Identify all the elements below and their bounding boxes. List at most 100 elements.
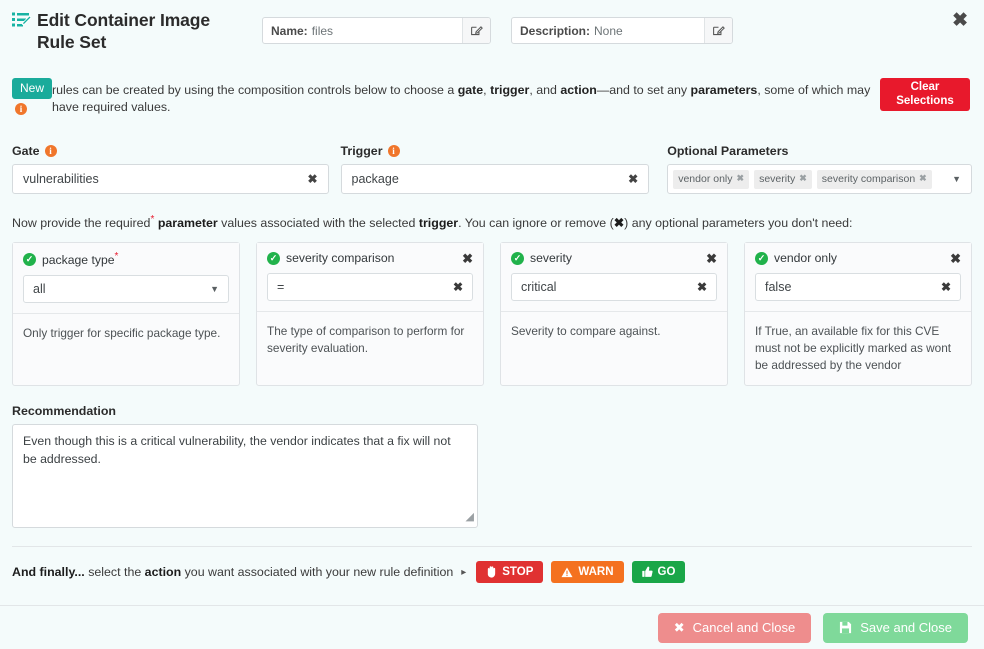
card-title: severity comparison: [286, 251, 462, 265]
edit-name-button[interactable]: [462, 18, 490, 43]
chip-remove-icon[interactable]: ✖: [737, 173, 745, 184]
trigger-label: Trigger: [341, 144, 383, 158]
package-type-select[interactable]: all ▼: [23, 275, 229, 303]
parameter-card-severity-comparison: ✓ severity comparison ✖ = ✖ The type of …: [256, 242, 484, 386]
warning-triangle-icon: [561, 567, 573, 578]
name-field-text: Name: files: [263, 18, 462, 43]
check-circle-icon: ✓: [755, 252, 768, 265]
footer-bar: ✖ Cancel and Close Save and Close: [0, 605, 984, 649]
optional-parameters-group: Optional Parameters vendor only ✖ severi…: [667, 144, 972, 194]
instruction-x-icon: ✖: [614, 216, 624, 230]
gate-value: vulnerabilities: [23, 172, 301, 186]
card-header: ✓ severity comparison ✖ = ✖: [257, 243, 483, 312]
card-description: Only trigger for specific package type.: [13, 314, 239, 353]
chevron-down-icon[interactable]: ▼: [210, 284, 219, 294]
card-header: ✓ severity ✖ critical ✖: [501, 243, 727, 312]
meta-fields: Name: files Description: None: [262, 8, 733, 44]
clear-value-icon[interactable]: ✖: [453, 280, 463, 294]
chip-vendor-only[interactable]: vendor only ✖: [673, 170, 749, 189]
banner-text-3: , and: [529, 83, 560, 97]
action-t3: you want associated with your new rule d…: [181, 565, 453, 579]
remove-parameter-icon[interactable]: ✖: [950, 252, 961, 265]
selector-row: Gate i vulnerabilities ✖ Trigger i packa…: [0, 144, 984, 194]
pencil-square-icon: [712, 24, 725, 37]
save-and-close-button[interactable]: Save and Close: [823, 613, 968, 643]
resize-grip-icon[interactable]: ◢: [466, 510, 474, 525]
chip-severity-comparison[interactable]: severity comparison ✖: [817, 170, 932, 189]
description-label: Description:: [520, 24, 590, 38]
recommendation-textarea[interactable]: Even though this is a critical vulnerabi…: [12, 424, 478, 528]
new-badge-group: New i: [12, 78, 52, 115]
parameter-cards: ✓ package type* all ▼ Only trigger for s…: [0, 242, 984, 386]
remove-parameter-icon[interactable]: ✖: [706, 252, 717, 265]
chip-remove-icon[interactable]: ✖: [919, 173, 927, 184]
card-header: ✓ vendor only ✖ false ✖: [745, 243, 971, 312]
trigger-select[interactable]: package ✖: [341, 164, 650, 194]
remove-parameter-icon[interactable]: ✖: [462, 252, 473, 265]
action-go-button[interactable]: GO: [632, 561, 686, 583]
card-title-row: ✓ vendor only ✖: [755, 251, 961, 265]
action-t2: select the: [85, 565, 145, 579]
info-icon[interactable]: i: [45, 145, 57, 157]
parameter-card-vendor-only: ✓ vendor only ✖ false ✖ If True, an avai…: [744, 242, 972, 386]
cancel-and-close-label: Cancel and Close: [693, 620, 796, 635]
clear-trigger-icon[interactable]: ✖: [622, 172, 638, 186]
instruction-t5: ) any optional parameters you don't need…: [624, 216, 852, 230]
parameter-card-package-type: ✓ package type* all ▼ Only trigger for s…: [12, 242, 240, 386]
clear-value-icon[interactable]: ✖: [941, 280, 951, 294]
optional-parameters-select[interactable]: vendor only ✖ severity ✖ severity compar…: [667, 164, 972, 194]
vendor-only-input[interactable]: false ✖: [755, 273, 961, 301]
banner-bold-trigger: trigger: [490, 83, 529, 97]
recommendation-label: Recommendation: [12, 404, 972, 418]
chip-label: severity: [759, 173, 795, 185]
banner-text-4: —and to set any: [597, 83, 691, 97]
thumbs-up-icon: [642, 566, 653, 578]
severity-comparison-input[interactable]: = ✖: [267, 273, 473, 301]
banner-bold-action: action: [560, 83, 597, 97]
cancel-and-close-button[interactable]: ✖ Cancel and Close: [658, 613, 812, 643]
clear-selections-button[interactable]: Clear Selections: [880, 78, 970, 111]
severity-value: critical: [521, 280, 697, 294]
divider: [12, 546, 972, 547]
chip-label: vendor only: [678, 173, 732, 185]
banner-text-1: rules can be created by using the compos…: [52, 83, 458, 97]
hand-stop-icon: [486, 566, 497, 578]
action-row: And finally... select the action you wan…: [0, 561, 984, 583]
info-icon[interactable]: i: [15, 103, 27, 115]
chevron-right-icon: ▸: [461, 567, 466, 578]
chevron-down-icon[interactable]: ▼: [952, 174, 967, 184]
description-value: None: [594, 24, 623, 38]
clear-gate-icon[interactable]: ✖: [301, 172, 317, 186]
instruction-b1: parameter: [158, 216, 218, 230]
info-banner: New i rules can be created by using the …: [0, 78, 984, 130]
card-header: ✓ package type* all ▼: [13, 243, 239, 314]
action-warn-label: WARN: [578, 566, 613, 578]
name-field[interactable]: Name: files: [262, 17, 491, 44]
action-warn-button[interactable]: WARN: [551, 561, 623, 583]
recommendation-group: Recommendation Even though this is a cri…: [0, 404, 984, 528]
package-type-value: all: [33, 282, 210, 296]
pencil-square-icon: [470, 24, 483, 37]
trigger-group: Trigger i package ✖: [341, 144, 650, 194]
severity-input[interactable]: critical ✖: [511, 273, 717, 301]
action-stop-button[interactable]: STOP: [476, 561, 543, 583]
card-title-row: ✓ severity comparison ✖: [267, 251, 473, 265]
action-b1: action: [145, 565, 182, 579]
list-edit-icon: [12, 12, 31, 32]
card-description: The type of comparison to perform for se…: [257, 312, 483, 368]
check-circle-icon: ✓: [23, 253, 36, 266]
chip-severity[interactable]: severity ✖: [754, 170, 812, 189]
edit-description-button[interactable]: [704, 18, 732, 43]
description-field[interactable]: Description: None: [511, 17, 733, 44]
close-icon[interactable]: ✖: [952, 11, 968, 30]
check-circle-icon: ✓: [511, 252, 524, 265]
recommendation-value: Even though this is a critical vulnerabi…: [23, 434, 451, 465]
card-title: vendor only: [774, 251, 950, 265]
trigger-label-row: Trigger i: [341, 144, 650, 158]
clear-value-icon[interactable]: ✖: [697, 280, 707, 294]
card-description: If True, an available fix for this CVE m…: [745, 312, 971, 385]
chip-remove-icon[interactable]: ✖: [799, 173, 807, 184]
info-icon[interactable]: i: [388, 145, 400, 157]
gate-select[interactable]: vulnerabilities ✖: [12, 164, 329, 194]
card-title-row: ✓ severity ✖: [511, 251, 717, 265]
